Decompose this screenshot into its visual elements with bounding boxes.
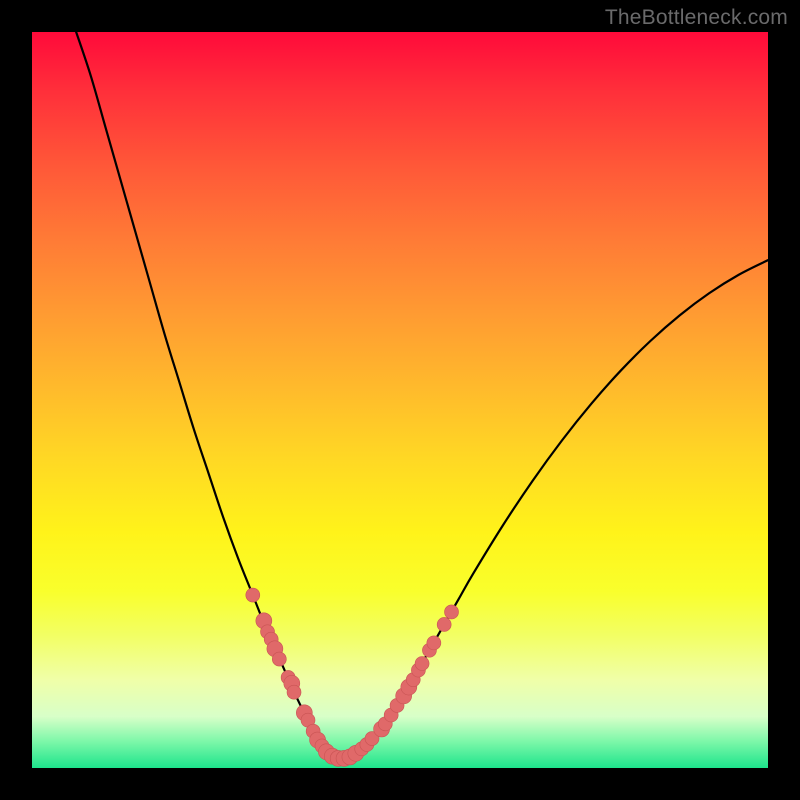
data-marker	[272, 652, 286, 666]
data-marker	[287, 685, 301, 699]
data-marker	[427, 636, 441, 650]
watermark-text: TheBottleneck.com	[605, 6, 788, 30]
data-marker	[246, 588, 260, 602]
chart-svg	[32, 32, 768, 768]
chart-frame	[32, 32, 768, 768]
bottleneck-curve	[76, 32, 768, 759]
data-marker	[415, 656, 429, 670]
data-marker	[445, 605, 459, 619]
data-marker	[437, 617, 451, 631]
data-markers	[246, 588, 459, 766]
